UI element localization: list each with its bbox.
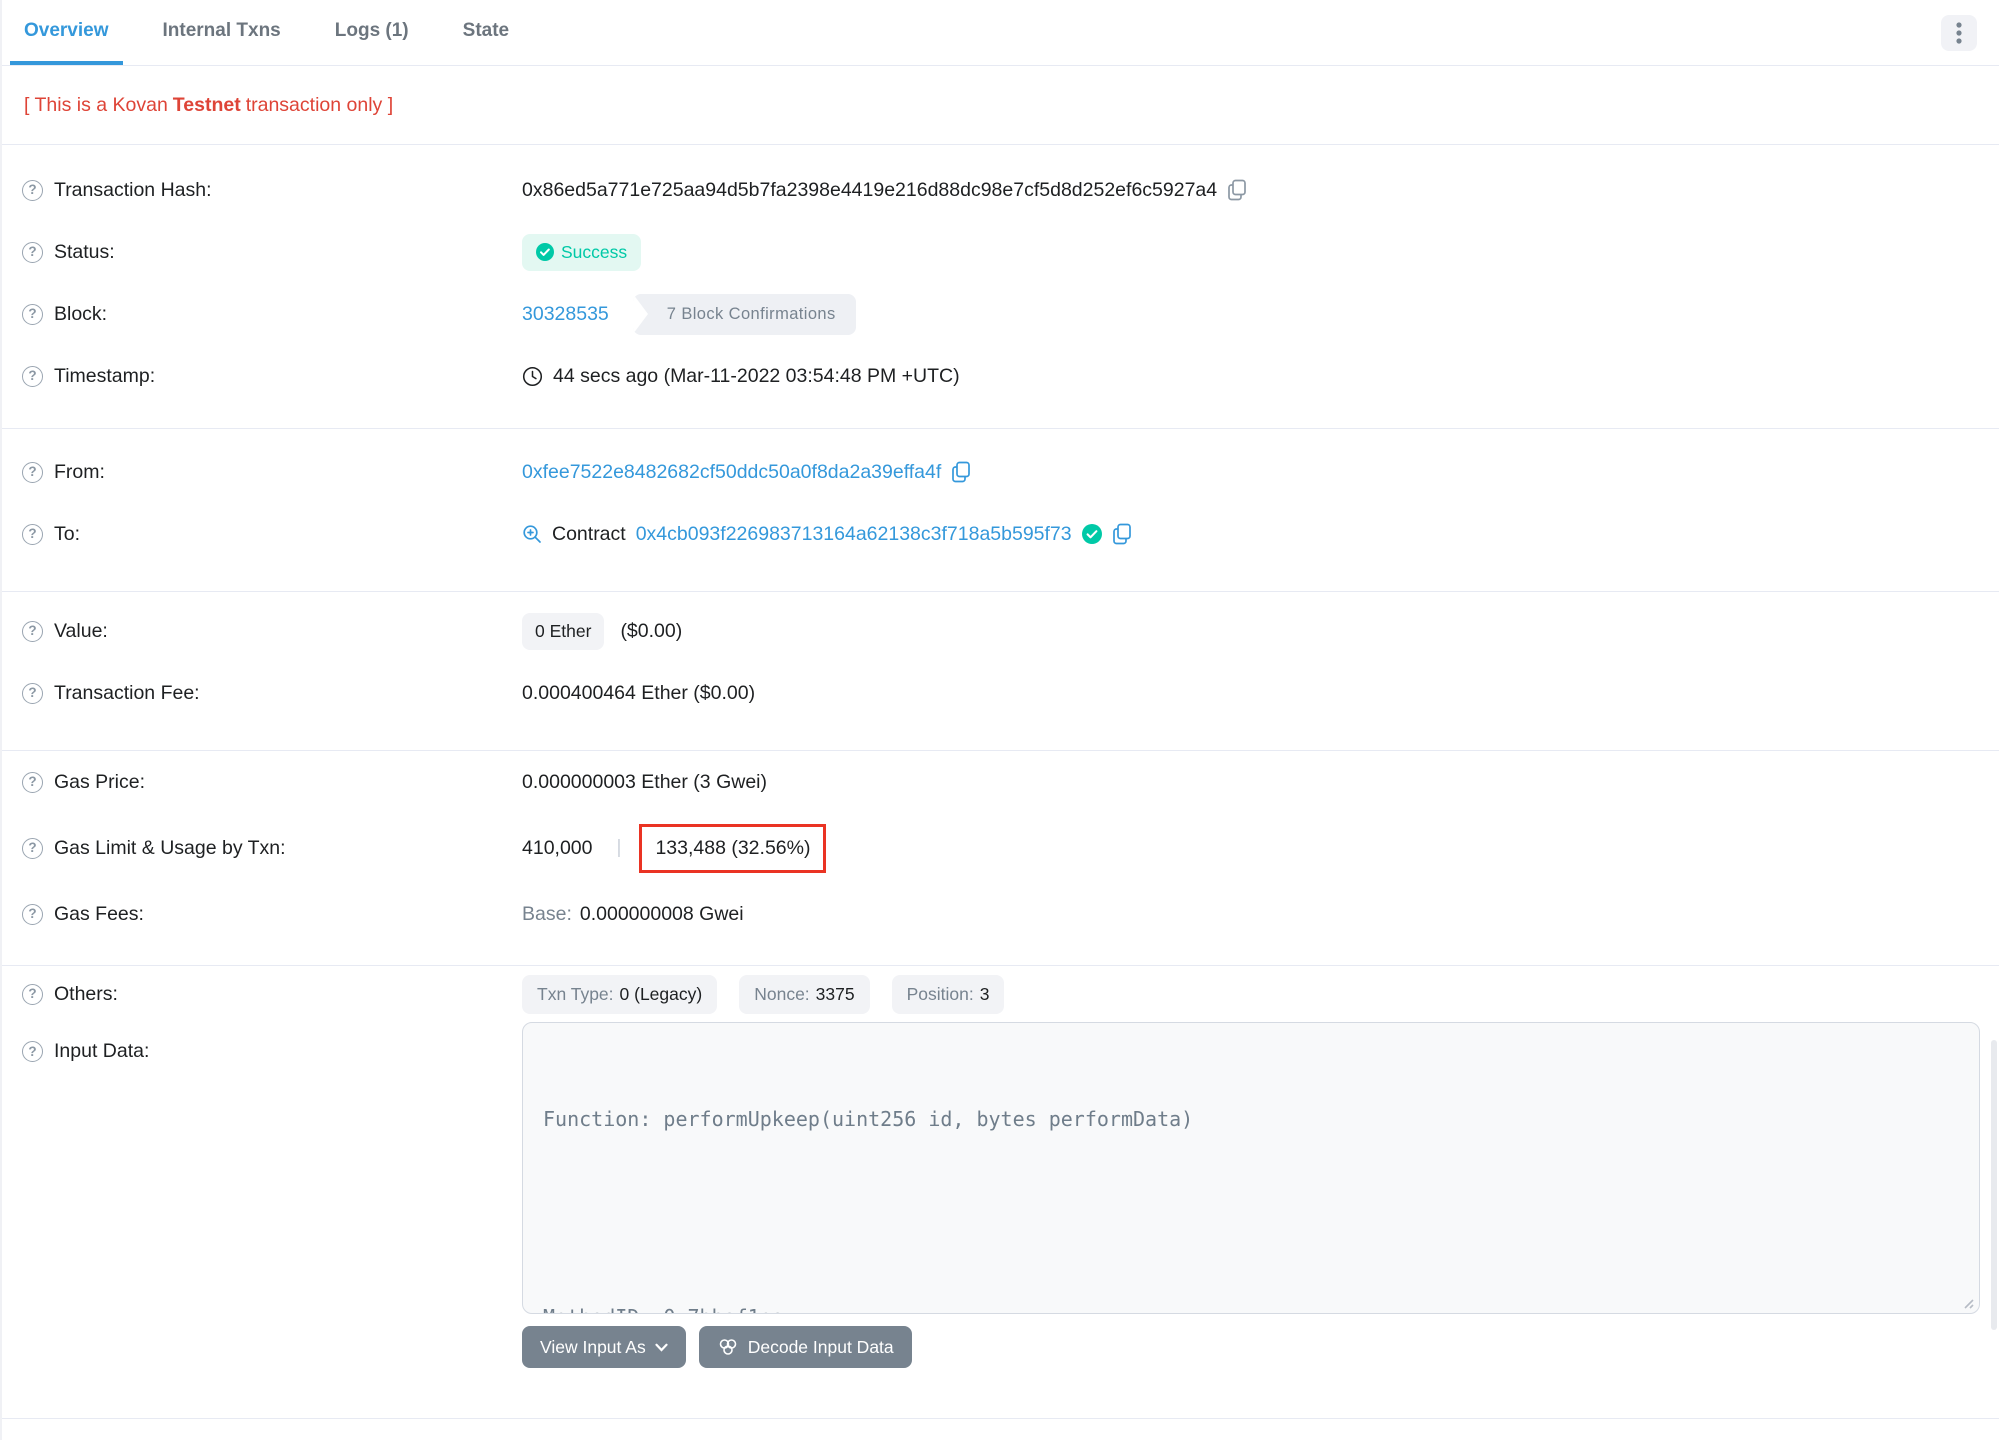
transaction-fee-label: Transaction Fee: xyxy=(54,681,200,704)
to-contract-word: Contract xyxy=(552,522,626,545)
copy-icon[interactable] xyxy=(1227,179,1247,201)
nonce-badge: Nonce: 3375 xyxy=(739,974,870,1014)
help-icon[interactable]: ? xyxy=(22,1041,43,1062)
transaction-fee-value: 0.000400464 Ether ($0.00) xyxy=(522,681,756,704)
value-badge: 0 Ether xyxy=(522,612,605,650)
txn-type-badge: Txn Type: 0 (Legacy) xyxy=(522,974,718,1014)
row-value: ? Value: 0 Ether ($0.00) xyxy=(2,600,1999,662)
row-status: ? Status: Success xyxy=(2,221,1999,283)
more-options-button[interactable] xyxy=(1941,14,1977,51)
help-icon[interactable]: ? xyxy=(22,241,43,263)
tab-overview[interactable]: Overview xyxy=(10,0,123,65)
status-badge: Success xyxy=(522,233,642,271)
decode-icon xyxy=(719,1339,737,1355)
status-label: Status: xyxy=(54,240,115,263)
tab-internal-txns[interactable]: Internal Txns xyxy=(149,0,295,65)
copy-icon[interactable] xyxy=(1112,523,1132,545)
from-label: From: xyxy=(54,460,105,483)
row-gas-fees: ? Gas Fees: Base: 0.000000008 Gwei xyxy=(2,883,1999,945)
row-transaction-hash: ? Transaction Hash: 0x86ed5a771e725aa94d… xyxy=(2,159,1999,221)
verified-check-icon xyxy=(1081,524,1102,544)
section-gas: ? Gas Price: 0.000000003 Ether (3 Gwei) … xyxy=(2,751,1999,966)
row-transaction-fee: ? Transaction Fee: 0.000400464 Ether ($0… xyxy=(2,662,1999,724)
transaction-overview-page: Overview Internal Txns Logs (1) State [ … xyxy=(0,0,1999,1440)
section-others-input: ? Others: Txn Type: 0 (Legacy) Nonce: 33… xyxy=(2,966,1999,1419)
check-circle-icon xyxy=(536,243,554,261)
bottom-divider xyxy=(2,1418,1999,1419)
block-label: Block: xyxy=(54,302,108,325)
row-from: ? From: 0xfee7522e8482682cf50ddc50a0f8da… xyxy=(2,441,1999,503)
function-line: Function: performUpkeep(uint256 id, byte… xyxy=(543,1107,1194,1131)
kebab-icon xyxy=(1956,21,1962,44)
page-scrollbar[interactable] xyxy=(1991,1040,1997,1330)
block-number-link[interactable]: 30328535 xyxy=(522,303,609,326)
help-icon[interactable]: ? xyxy=(22,983,43,1005)
resize-grip-icon[interactable] xyxy=(1960,1295,1974,1309)
help-icon[interactable]: ? xyxy=(22,365,43,387)
gas-limit-usage-label: Gas Limit & Usage by Txn: xyxy=(54,836,286,859)
row-block: ? Block: 30328535 7 Block Confirmations xyxy=(2,283,1999,345)
from-address-link[interactable]: 0xfee7522e8482682cf50ddc50a0f8da2a39effa… xyxy=(522,461,941,484)
row-to: ? To: Contract 0x4cb093f226983713164a621… xyxy=(2,503,1999,565)
help-icon[interactable]: ? xyxy=(22,837,43,859)
help-icon[interactable]: ? xyxy=(22,461,43,483)
transaction-hash-label: Transaction Hash: xyxy=(54,178,212,201)
block-confirmations-badge: 7 Block Confirmations xyxy=(632,293,856,335)
help-icon[interactable]: ? xyxy=(22,179,43,201)
help-icon[interactable]: ? xyxy=(22,523,43,545)
testnet-notice: [ This is a Kovan Testnet transaction on… xyxy=(2,66,1999,145)
decode-input-data-button[interactable]: Decode Input Data xyxy=(698,1326,912,1368)
input-data-label: Input Data: xyxy=(54,1040,150,1062)
section-value: ? Value: 0 Ether ($0.00) ? Transaction F… xyxy=(2,592,1999,751)
gas-fees-base-label: Base: xyxy=(522,902,572,925)
notice-suffix: transaction only ] xyxy=(245,93,394,116)
value-label: Value: xyxy=(54,619,108,642)
row-input-data: ? Input Data: Function: performUpkeep(ui… xyxy=(2,1022,1999,1368)
help-icon[interactable]: ? xyxy=(22,771,43,793)
chevron-down-icon xyxy=(655,1343,668,1352)
value-usd: ($0.00) xyxy=(620,619,683,642)
row-timestamp: ? Timestamp: 44 secs ago (Mar-11-2022 03… xyxy=(2,345,1999,407)
position-badge: Position: 3 xyxy=(891,974,1005,1014)
gas-fees-base-value: 0.000000008 Gwei xyxy=(579,902,744,925)
notice-bold: Testnet xyxy=(172,93,241,116)
row-gas-limit-usage: ? Gas Limit & Usage by Txn: 410,000 | 13… xyxy=(2,813,1999,883)
timestamp-label: Timestamp: xyxy=(54,364,156,387)
row-others: ? Others: Txn Type: 0 (Legacy) Nonce: 33… xyxy=(2,966,1999,1022)
to-address-link[interactable]: 0x4cb093f226983713164a62138c3f718a5b595f… xyxy=(636,523,1072,546)
view-input-as-button[interactable]: View Input As xyxy=(522,1326,686,1368)
gas-usage-value: 133,488 (32.56%) xyxy=(655,836,811,859)
section-parties: ? From: 0xfee7522e8482682cf50ddc50a0f8da… xyxy=(2,429,1999,592)
help-icon[interactable]: ? xyxy=(22,303,43,325)
tab-bar: Overview Internal Txns Logs (1) State xyxy=(2,0,1999,66)
input-data-textarea[interactable]: Function: performUpkeep(uint256 id, byte… xyxy=(522,1022,1980,1314)
row-gas-price: ? Gas Price: 0.000000003 Ether (3 Gwei) xyxy=(2,751,1999,813)
magnifier-plus-icon[interactable] xyxy=(522,524,542,544)
tab-logs[interactable]: Logs (1) xyxy=(321,0,423,65)
status-value: Success xyxy=(561,241,628,262)
others-label: Others: xyxy=(54,982,118,1005)
gas-separator: | xyxy=(616,837,622,858)
notice-prefix: [ This is a Kovan xyxy=(24,93,168,116)
tab-state[interactable]: State xyxy=(449,0,523,65)
help-icon[interactable]: ? xyxy=(22,620,43,642)
gas-limit-value: 410,000 xyxy=(522,836,593,859)
gas-price-label: Gas Price: xyxy=(54,770,146,793)
gas-usage-highlight-box: 133,488 (32.56%) xyxy=(639,823,827,873)
transaction-hash-value: 0x86ed5a771e725aa94d5b7fa2398e4419e216d8… xyxy=(522,178,1218,201)
gas-fees-label: Gas Fees: xyxy=(54,902,144,925)
help-icon[interactable]: ? xyxy=(22,903,43,925)
method-id-line: MethodID: 0x7bbaf1ea xyxy=(543,1301,1959,1313)
to-label: To: xyxy=(54,522,81,545)
section-summary: ? Transaction Hash: 0x86ed5a771e725aa94d… xyxy=(2,145,1999,429)
timestamp-value: 44 secs ago (Mar-11-2022 03:54:48 PM +UT… xyxy=(553,364,960,387)
gas-price-value: 0.000000003 Ether (3 Gwei) xyxy=(522,770,767,793)
copy-icon[interactable] xyxy=(951,461,971,483)
help-icon[interactable]: ? xyxy=(22,682,43,704)
clock-icon xyxy=(522,366,543,386)
